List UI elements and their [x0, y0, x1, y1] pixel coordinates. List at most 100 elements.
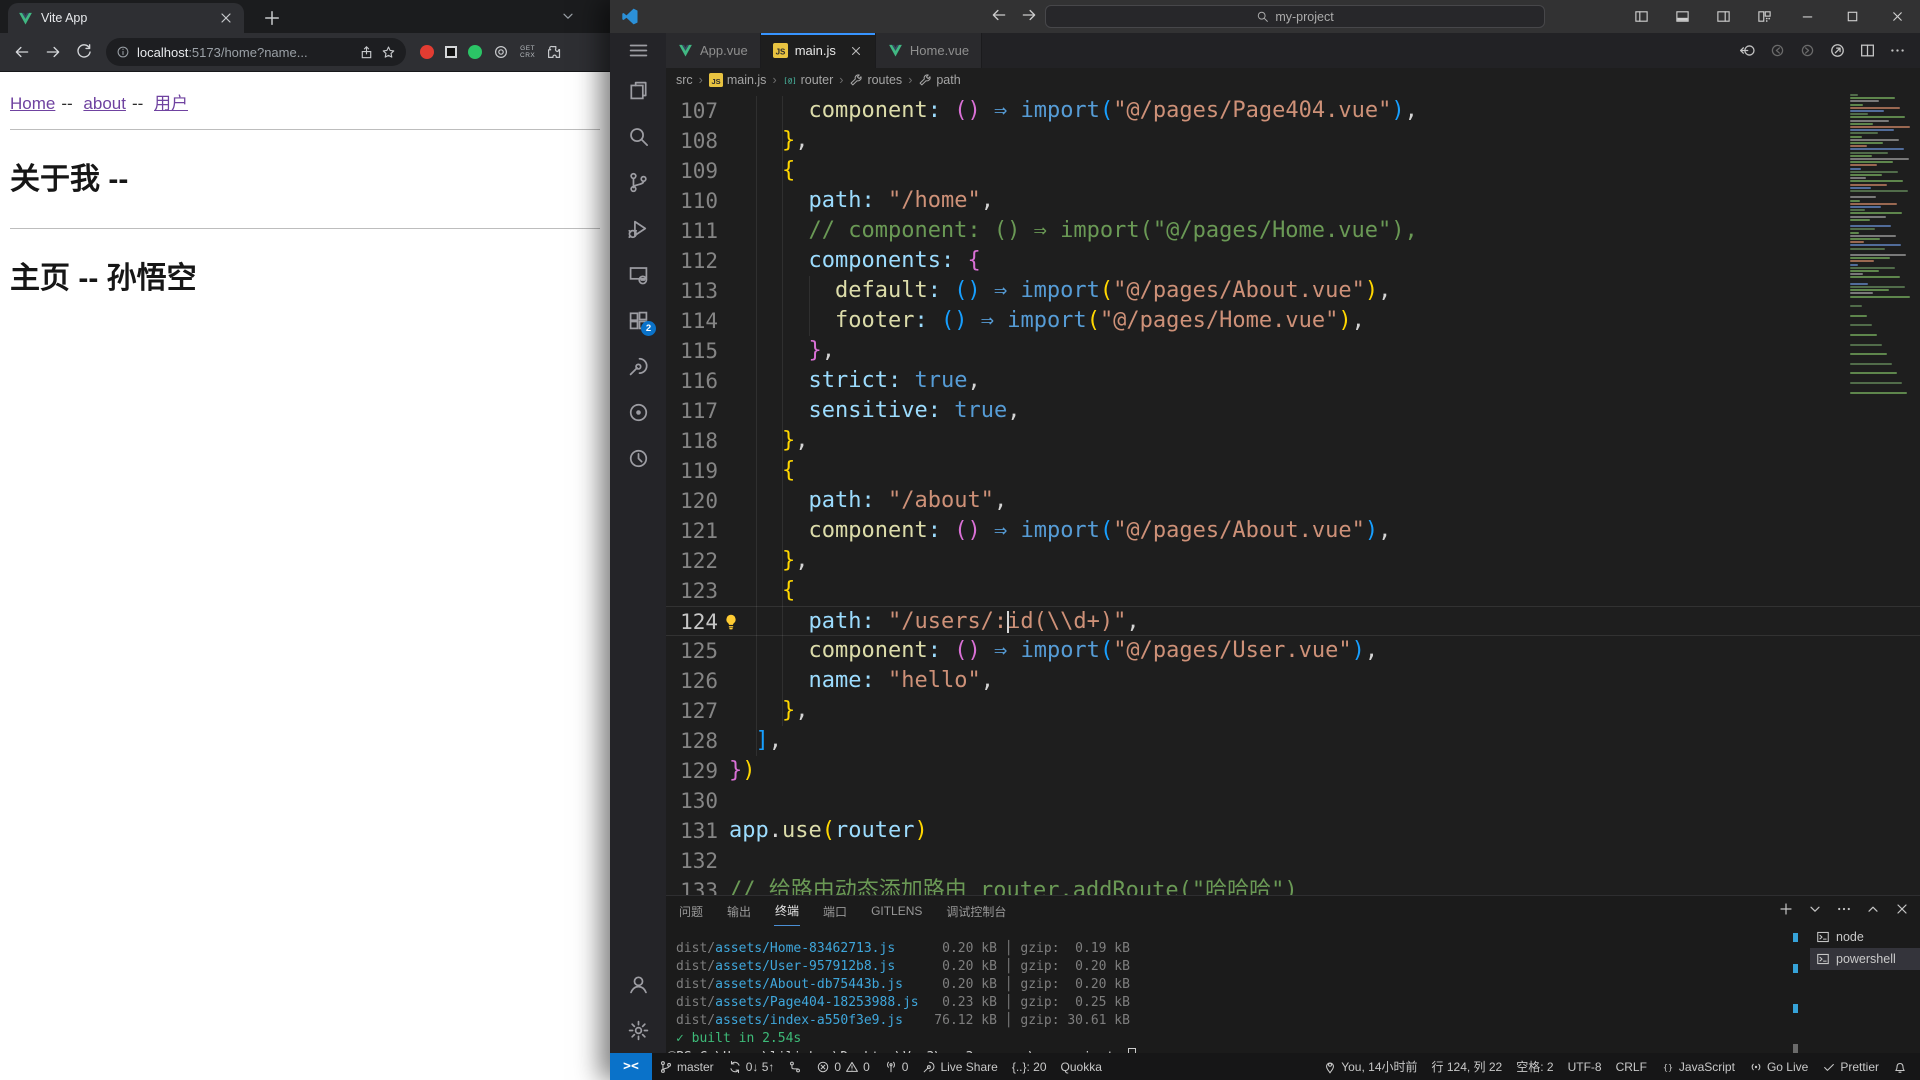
- toggle-sidebar-icon[interactable]: [1634, 9, 1649, 24]
- line-number[interactable]: 130: [666, 786, 718, 816]
- line-number[interactable]: 107: [666, 96, 718, 126]
- line-number[interactable]: 128: [666, 726, 718, 756]
- sidebar-item-search[interactable]: [610, 113, 666, 159]
- getcrx-extension[interactable]: GET CRX: [520, 45, 535, 59]
- code-line-114[interactable]: 114 footer: () ⇒ import("@/pages/Home.vu…: [666, 306, 1920, 336]
- panel-tab-5[interactable]: 调试控制台: [945, 897, 1007, 926]
- status-indentation[interactable]: 空格: 2: [1509, 1058, 1560, 1075]
- tab-close-icon[interactable]: [218, 10, 234, 26]
- sidebar-item-extensions[interactable]: 2: [610, 297, 666, 343]
- code-line-126[interactable]: 126 name: "hello",: [666, 666, 1920, 696]
- line-number[interactable]: 124: [666, 607, 718, 637]
- sidebar-item-files[interactable]: [610, 67, 666, 113]
- panel-tab-3[interactable]: 端口: [822, 897, 848, 926]
- reload-button[interactable]: [75, 43, 93, 61]
- line-number[interactable]: 127: [666, 696, 718, 726]
- code-line-130[interactable]: 130: [666, 786, 1920, 816]
- code-editor[interactable]: 106 path: "/:pathMatch(.*)*",107 compone…: [666, 92, 1920, 895]
- code-line-129[interactable]: 129}): [666, 756, 1920, 786]
- capture-extension-icon[interactable]: [445, 46, 457, 58]
- split-icon[interactable]: [1859, 42, 1876, 59]
- line-number[interactable]: 123: [666, 576, 718, 606]
- line-number[interactable]: 126: [666, 666, 718, 696]
- status-live-share[interactable]: Live Share: [915, 1053, 1004, 1080]
- address-bar[interactable]: localhost:5173/home?name...: [106, 38, 406, 66]
- terminal-output[interactable]: dist/assets/Home-83462713.js 0.20 kB │ g…: [667, 940, 1137, 1067]
- nav-back-icon[interactable]: [1739, 42, 1756, 59]
- chev-down-icon[interactable]: [1807, 901, 1823, 917]
- chev-up-icon[interactable]: [1865, 901, 1881, 917]
- terminal-shell-powershell[interactable]: powershell: [1810, 948, 1920, 970]
- status-quokka[interactable]: Quokka: [1054, 1053, 1109, 1080]
- run-circle-icon[interactable]: [1829, 42, 1846, 59]
- line-number[interactable]: 122: [666, 546, 718, 576]
- code-line-113[interactable]: 113 default: () ⇒ import("@/pages/About.…: [666, 276, 1920, 306]
- panel-tab-0[interactable]: 问题: [678, 897, 704, 926]
- line-number[interactable]: 112: [666, 246, 718, 276]
- target-extension-icon[interactable]: [493, 44, 509, 60]
- code-line-124[interactable]: 124 path: "/users/:id(\\d+)",: [666, 606, 1920, 636]
- line-number[interactable]: 117: [666, 396, 718, 426]
- terminal-shell-node[interactable]: node: [1810, 926, 1920, 948]
- code-line-111[interactable]: 111 // component: () ⇒ import("@/pages/H…: [666, 216, 1920, 246]
- customize-layout-icon[interactable]: [1757, 9, 1772, 24]
- line-number[interactable]: 133: [666, 876, 718, 895]
- line-number[interactable]: 109: [666, 156, 718, 186]
- forward-button[interactable]: [44, 43, 62, 61]
- code-line-125[interactable]: 125 component: () ⇒ import("@/pages/User…: [666, 636, 1920, 666]
- minimize-button[interactable]: [1800, 9, 1815, 24]
- close-icon[interactable]: [1894, 901, 1910, 917]
- nav-link-about[interactable]: about: [83, 94, 126, 113]
- sidebar-item-clock[interactable]: [610, 435, 666, 481]
- line-number[interactable]: 121: [666, 516, 718, 546]
- sidebar-item-liveshare[interactable]: [610, 343, 666, 389]
- line-number[interactable]: 110: [666, 186, 718, 216]
- status-encoding[interactable]: UTF-8: [1561, 1060, 1609, 1074]
- status-bracket-count[interactable]: {..}: 20: [1005, 1053, 1054, 1080]
- status-notifications[interactable]: [1886, 1060, 1914, 1074]
- toggle-panel-icon[interactable]: [1675, 9, 1690, 24]
- breadcrumb-main-js[interactable]: JS main.js: [708, 73, 766, 87]
- code-line-108[interactable]: 108 },: [666, 126, 1920, 156]
- status-language-mode[interactable]: {} JavaScript: [1654, 1060, 1742, 1074]
- line-number[interactable]: 108: [666, 126, 718, 156]
- status-go-live[interactable]: Go Live: [1742, 1060, 1815, 1074]
- command-center-search[interactable]: my-project: [1045, 5, 1545, 28]
- status-git-branch[interactable]: master: [652, 1053, 721, 1080]
- sidebar-item-record[interactable]: [610, 389, 666, 435]
- sidebar-item-remote[interactable]: [610, 251, 666, 297]
- code-line-110[interactable]: 110 path: "/home",: [666, 186, 1920, 216]
- share-icon[interactable]: [359, 45, 374, 60]
- ellipsis-icon[interactable]: [1889, 42, 1906, 59]
- status-problems[interactable]: 00: [809, 1053, 876, 1080]
- line-number[interactable]: 111: [666, 216, 718, 246]
- nav-link-home[interactable]: Home: [10, 94, 55, 113]
- line-number[interactable]: 120: [666, 486, 718, 516]
- code-line-115[interactable]: 115 },: [666, 336, 1920, 366]
- code-line-107[interactable]: 107 component: () ⇒ import("@/pages/Page…: [666, 96, 1920, 126]
- panel-tab-4[interactable]: GITLENS: [870, 898, 923, 924]
- code-line-132[interactable]: 132: [666, 846, 1920, 876]
- code-line-120[interactable]: 120 path: "/about",: [666, 486, 1920, 516]
- code-line-123[interactable]: 123 {: [666, 576, 1920, 606]
- back-button[interactable]: [13, 43, 31, 61]
- toggle-secondary-sidebar-icon[interactable]: [1716, 9, 1731, 24]
- status-git-sync[interactable]: 0↓ 5↑: [721, 1053, 782, 1080]
- panel-tab-1[interactable]: 输出: [726, 897, 752, 926]
- line-number[interactable]: 125: [666, 636, 718, 666]
- line-number[interactable]: 118: [666, 426, 718, 456]
- sidebar-item-branch[interactable]: [610, 159, 666, 205]
- ellipsis-icon[interactable]: [1836, 901, 1852, 917]
- breadcrumb-path[interactable]: path: [918, 73, 961, 87]
- line-number[interactable]: 115: [666, 336, 718, 366]
- line-number[interactable]: 119: [666, 456, 718, 486]
- browser-tab[interactable]: Vite App: [8, 3, 244, 33]
- site-info-icon[interactable]: [116, 45, 130, 59]
- tab-close-icon[interactable]: [849, 44, 863, 58]
- code-line-133[interactable]: 133 // 给路由动态添加路由 router.addRoute("哈哈哈"): [666, 876, 1920, 895]
- lightbulb-icon[interactable]: [722, 613, 740, 631]
- panel-tab-2[interactable]: 终端: [774, 896, 801, 926]
- code-line-121[interactable]: 121 component: () ⇒ import("@/pages/Abou…: [666, 516, 1920, 546]
- code-line-131[interactable]: 131 app.use(router): [666, 816, 1920, 846]
- sidebar-item-gear[interactable]: [610, 1007, 666, 1053]
